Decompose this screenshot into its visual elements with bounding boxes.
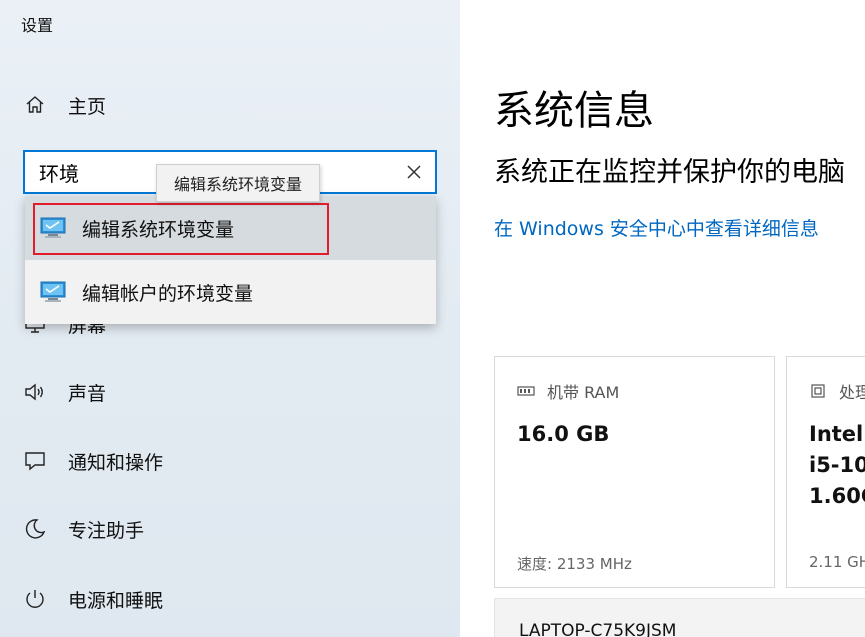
processor-label: 处理 bbox=[839, 383, 865, 402]
close-icon[interactable] bbox=[403, 161, 425, 183]
processor-icon bbox=[811, 384, 825, 398]
processor-card: 处理 Intel( i5-102 1.60G 2.11 GH bbox=[786, 356, 865, 588]
search-suggestions: 编辑系统环境变量 编辑帐户的环境变量 bbox=[25, 196, 436, 324]
suggestion-label: 编辑系统环境变量 bbox=[82, 218, 235, 241]
suggestion-edit-system-env[interactable]: 编辑系统环境变量 bbox=[25, 196, 436, 260]
sidebar-item-label: 通知和操作 bbox=[68, 451, 164, 474]
ram-speed: 速度: 2133 MHz bbox=[517, 555, 632, 573]
device-name-card: LAPTOP-C75K9JSM bbox=[494, 598, 865, 637]
processor-speed: 2.11 GH bbox=[809, 553, 865, 571]
ram-value: 16.0 GB bbox=[517, 422, 610, 446]
sidebar-item-notifications[interactable]: 通知和操作 bbox=[22, 446, 163, 476]
sidebar-item-label: 主页 bbox=[68, 95, 107, 118]
power-icon bbox=[22, 586, 48, 612]
security-center-link[interactable]: 在 Windows 安全中心中查看详细信息 bbox=[494, 214, 819, 241]
ram-icon bbox=[517, 386, 535, 396]
sidebar-item-label: 专注助手 bbox=[68, 519, 145, 542]
notification-icon bbox=[22, 448, 48, 474]
computer-icon bbox=[40, 281, 66, 302]
ram-label: 机带 RAM bbox=[547, 383, 620, 402]
sidebar-item-label: 声音 bbox=[68, 382, 107, 405]
sidebar-item-label: 电源和睡眠 bbox=[68, 589, 164, 612]
suggestion-edit-account-env[interactable]: 编辑帐户的环境变量 bbox=[25, 260, 436, 324]
device-name: LAPTOP-C75K9JSM bbox=[519, 621, 677, 637]
page-title: 系统信息 bbox=[494, 88, 654, 134]
sidebar: 设置 主页 屏幕 声音 通知和操作 专注助手 电源和睡眠 环境 编辑系统环境变量… bbox=[0, 0, 460, 637]
main-content: 系统信息 系统正在监控并保护你的电脑 在 Windows 安全中心中查看详细信息… bbox=[460, 0, 865, 637]
processor-line: 1.60G bbox=[809, 484, 865, 508]
suggestion-label: 编辑帐户的环境变量 bbox=[82, 282, 254, 305]
processor-line: i5-102 bbox=[809, 453, 865, 477]
computer-icon bbox=[40, 217, 66, 238]
moon-icon bbox=[22, 516, 48, 542]
ram-card: 机带 RAM 16.0 GB 速度: 2133 MHz bbox=[494, 356, 775, 588]
processor-line: Intel( bbox=[809, 422, 865, 446]
page-subtitle: 系统正在监控并保护你的电脑 bbox=[494, 157, 845, 188]
sidebar-item-focus-assist[interactable]: 专注助手 bbox=[22, 514, 144, 544]
sidebar-item-sound[interactable]: 声音 bbox=[22, 377, 106, 407]
tooltip: 编辑系统环境变量 bbox=[156, 164, 320, 202]
home-icon bbox=[22, 92, 48, 118]
sidebar-item-home[interactable]: 主页 bbox=[22, 90, 106, 120]
sidebar-item-power[interactable]: 电源和睡眠 bbox=[22, 584, 163, 614]
processor-value: Intel( i5-102 1.60G bbox=[809, 419, 865, 512]
app-title: 设置 bbox=[21, 16, 54, 35]
speaker-icon bbox=[22, 379, 48, 405]
